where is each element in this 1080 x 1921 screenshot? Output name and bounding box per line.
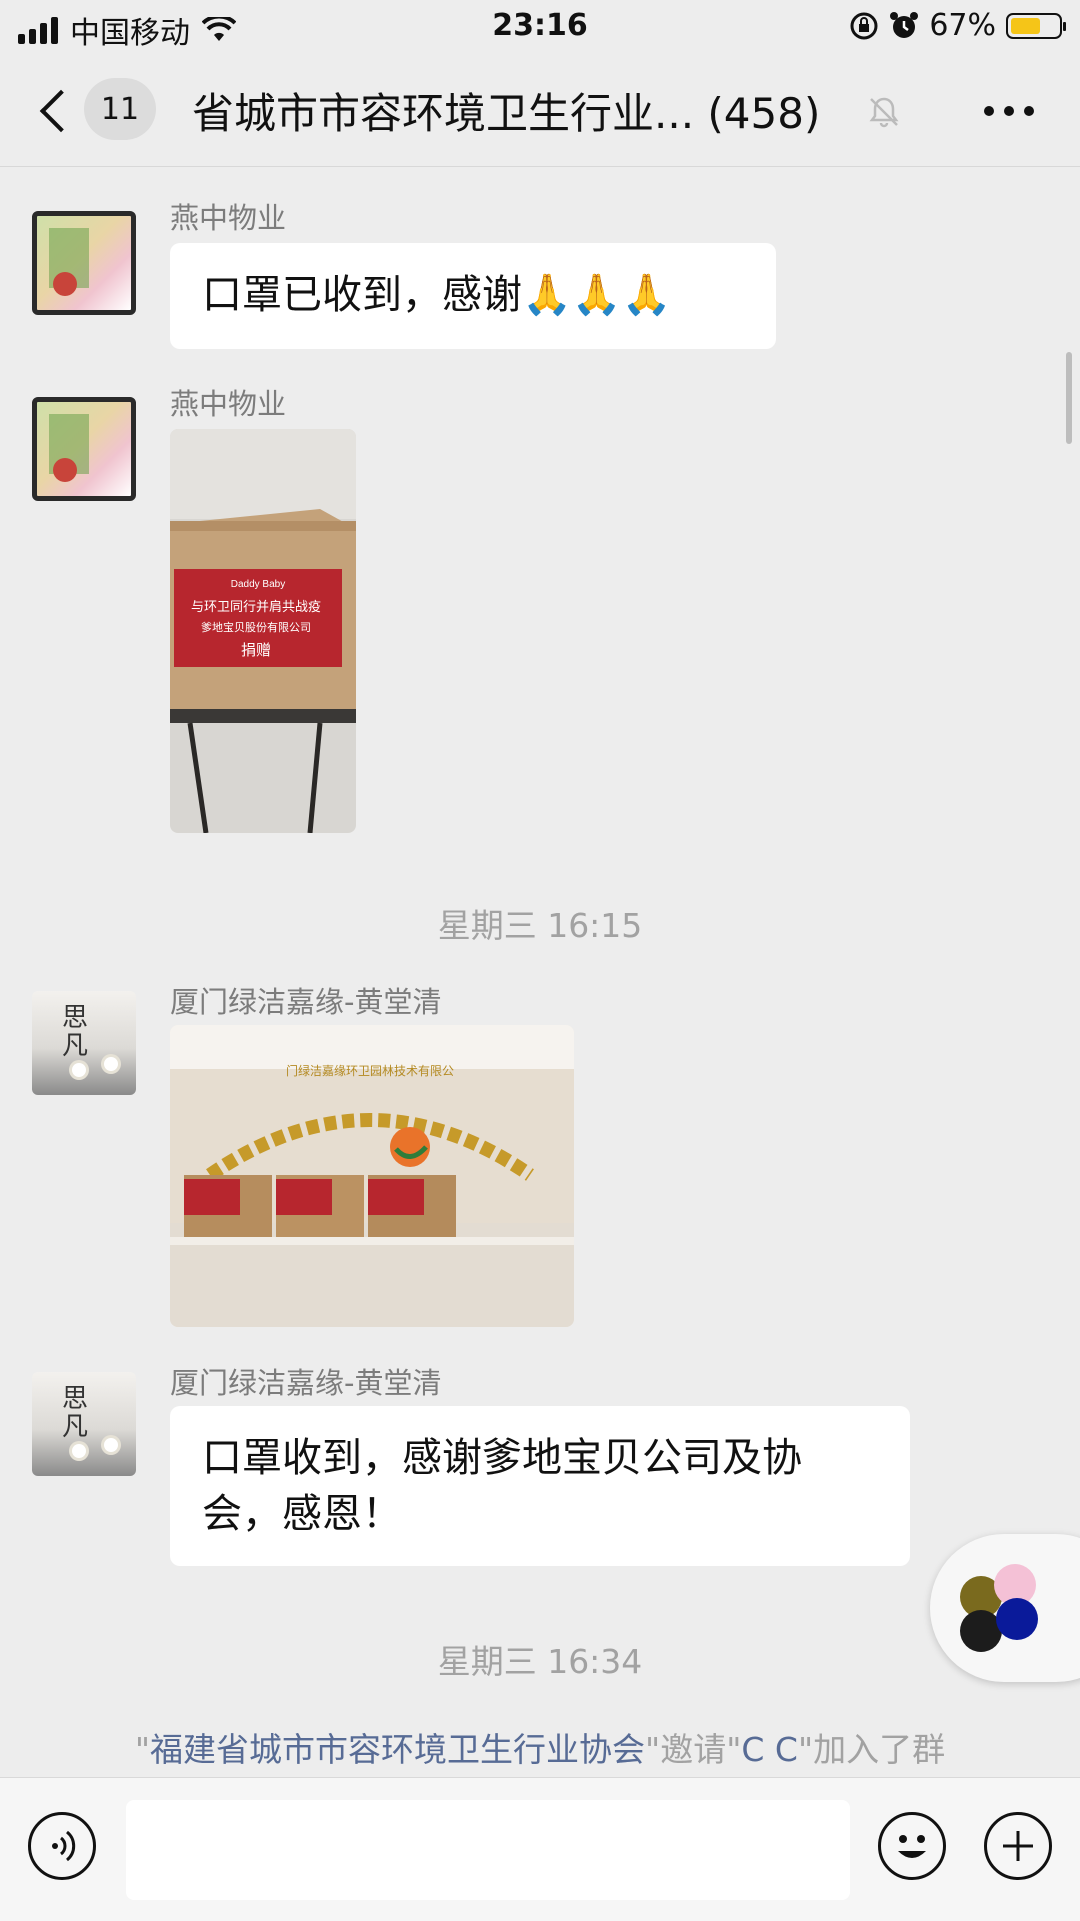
box-brand: Daddy Baby — [231, 579, 285, 590]
unread-count-badge[interactable]: 11 — [84, 78, 156, 140]
bubble-line: 口罩收到，感谢爹地宝贝公司及协 — [202, 1435, 802, 1481]
bubble-line: 会，感恩！ — [202, 1491, 402, 1537]
chat-title[interactable]: 省城市市容环境卫生行业... (458) — [192, 80, 820, 141]
office-lobby-photo: 门绿洁嘉缘环卫园林技术有限公 — [170, 1025, 574, 1327]
avatar[interactable]: 思 凡 — [32, 1372, 136, 1476]
plus-icon[interactable] — [984, 1812, 1052, 1880]
orientation-lock-icon — [850, 12, 878, 39]
sys-text: "加入了群 — [797, 1730, 946, 1769]
message-list[interactable]: 燕中物业 口罩已收到，感谢🙏🙏🙏 燕中物业 Daddy Baby 与环卫同行并肩… — [0, 167, 1080, 1777]
timestamp: 星期三 16:34 — [437, 1642, 643, 1681]
avatar-char: 凡 — [62, 1031, 89, 1061]
avatar[interactable] — [32, 211, 136, 315]
mini-program-float-icon[interactable] — [930, 1534, 1080, 1682]
alarm-icon — [890, 11, 919, 38]
message-input[interactable] — [126, 1800, 850, 1900]
input-bar — [0, 1777, 1080, 1921]
lobby-sign: 门绿洁嘉缘环卫园林技术有限公 — [286, 1063, 454, 1078]
battery-percent: 67% — [929, 8, 996, 43]
image-message[interactable]: Daddy Baby 与环卫同行并肩共战疫 爹地宝贝股份有限公司 捐赠 — [170, 429, 356, 833]
inviter-link[interactable]: 福建省城市市容环境卫生行业协会 — [150, 1730, 645, 1769]
box-company: 爹地宝贝股份有限公司 — [201, 620, 311, 634]
text-bubble[interactable]: 口罩收到，感谢爹地宝贝公司及协 会，感恩！ — [170, 1406, 910, 1566]
box-donate: 捐赠 — [241, 641, 271, 659]
sender-name: 厦门绿洁嘉缘-黄堂清 — [170, 1366, 442, 1400]
voice-icon[interactable] — [28, 1812, 96, 1880]
sys-text: " — [134, 1730, 151, 1769]
emoji-icon[interactable] — [878, 1812, 946, 1880]
box-slogan: 与环卫同行并肩共战疫 — [191, 599, 321, 615]
invitee-link[interactable]: C C — [741, 1730, 798, 1769]
sender-name: 燕中物业 — [170, 201, 287, 235]
mute-bell-icon — [869, 97, 899, 128]
status-right: 67% — [849, 8, 1066, 43]
back-icon[interactable] — [36, 84, 76, 136]
status-bar: 中国移动 23:16 67% — [0, 0, 1080, 56]
system-message: "福建省城市市容环境卫生行业协会"邀请"C C"加入了群 — [0, 1723, 1080, 1771]
battery-icon — [1006, 12, 1066, 39]
chat-header: 11 省城市市容环境卫生行业... (458) — [0, 56, 1080, 167]
timestamp: 星期三 16:15 — [437, 906, 643, 945]
avatar[interactable]: 思 凡 — [32, 991, 136, 1095]
image-message[interactable]: 门绿洁嘉缘环卫园林技术有限公 — [170, 1025, 574, 1327]
sender-name: 燕中物业 — [170, 387, 287, 421]
more-icon[interactable] — [984, 106, 1034, 116]
avatar[interactable] — [32, 397, 136, 501]
sender-name: 厦门绿洁嘉缘-黄堂清 — [170, 985, 442, 1019]
text-bubble[interactable]: 口罩已收到，感谢🙏🙏🙏 — [170, 243, 776, 349]
sys-text: "邀请" — [645, 1730, 742, 1769]
avatar-char: 凡 — [62, 1412, 89, 1442]
donation-box-photo: Daddy Baby 与环卫同行并肩共战疫 爹地宝贝股份有限公司 捐赠 — [170, 429, 356, 833]
scrollbar[interactable] — [1066, 352, 1072, 444]
